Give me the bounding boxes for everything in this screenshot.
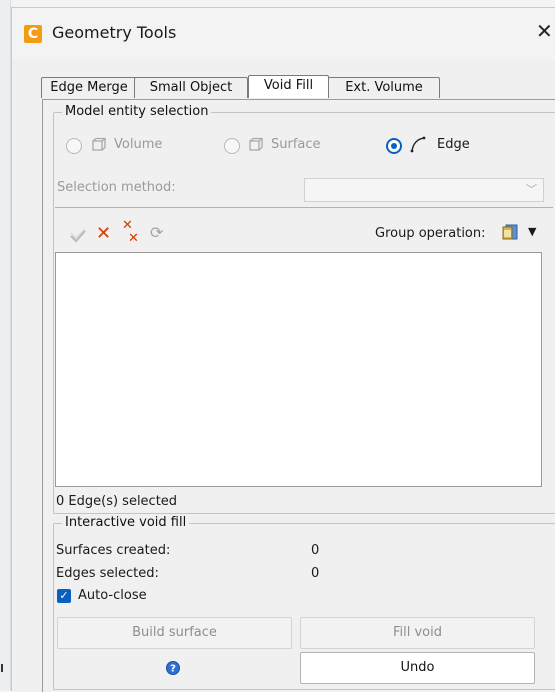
tab-small-object[interactable]: Small Object [134,77,248,98]
tab-ext-volume[interactable]: Ext. Volume [328,77,440,98]
title-bar: C Geometry Tools ✕ [12,8,555,60]
geometry-tools-dialog: C Geometry Tools ✕ Edge Merge Small Obje… [11,7,555,692]
edges-selected-value: 0 [311,566,320,581]
refresh-icon[interactable]: ⟳ [150,223,163,242]
volume-icon [92,137,106,151]
group-legend: Interactive void fill [62,515,190,530]
surface-label: Surface [271,137,321,152]
auto-close-label: Auto-close [78,588,147,603]
edges-selected-label: Edges selected: [56,566,159,581]
tab-edge-merge[interactable]: Edge Merge [41,77,137,98]
divider [55,207,553,208]
surface-radio[interactable] [224,138,240,154]
svg-text:?: ? [170,664,176,675]
volume-label: Volume [114,137,163,152]
fill-void-button[interactable]: Fill void [300,617,535,649]
selection-method-label: Selection method: [57,180,176,195]
surfaces-created-label: Surfaces created: [56,543,171,558]
surfaces-created-value: 0 [311,543,320,558]
build-surface-button[interactable]: Build surface [57,617,292,649]
auto-close-checkbox[interactable]: ✓ [57,589,71,603]
chevron-down-icon: ﹀ [526,183,537,196]
group-operation-dropdown-icon[interactable]: ▼ [528,225,536,238]
group-operation-icon[interactable] [501,222,519,242]
selected-entities-list[interactable] [55,252,542,487]
window-title: Geometry Tools [52,23,177,42]
group-operation-label: Group operation: [375,226,486,241]
help-icon[interactable]: ? [166,661,180,675]
clear-all-icon[interactable]: ✕ ✕ [122,219,139,245]
close-icon[interactable]: ✕ [536,20,553,42]
surface-icon [249,137,263,151]
edge-label: Edge [437,137,470,152]
void-fill-panel: Model entity selection Volume Surface Ed… [42,99,555,692]
selection-count: 0 Edge(s) selected [56,494,178,509]
volume-radio[interactable] [66,138,82,154]
background-window-edge [0,0,11,690]
tab-void-fill[interactable]: Void Fill [248,75,329,98]
edge-icon [410,136,426,153]
interactive-void-fill-group: Interactive void fill Surfaces created: … [53,515,555,690]
group-legend: Model entity selection [62,104,212,119]
selection-method-select[interactable]: ﹀ [304,178,544,202]
accept-check-icon[interactable] [70,229,86,243]
app-logo-icon: C [24,25,42,43]
delete-icon[interactable]: ✕ [96,223,111,244]
edge-radio[interactable] [386,138,402,154]
background-text-fragment [1,664,3,672]
model-entity-selection-group: Model entity selection Volume Surface Ed… [53,104,555,514]
undo-button[interactable]: Undo [300,652,535,684]
